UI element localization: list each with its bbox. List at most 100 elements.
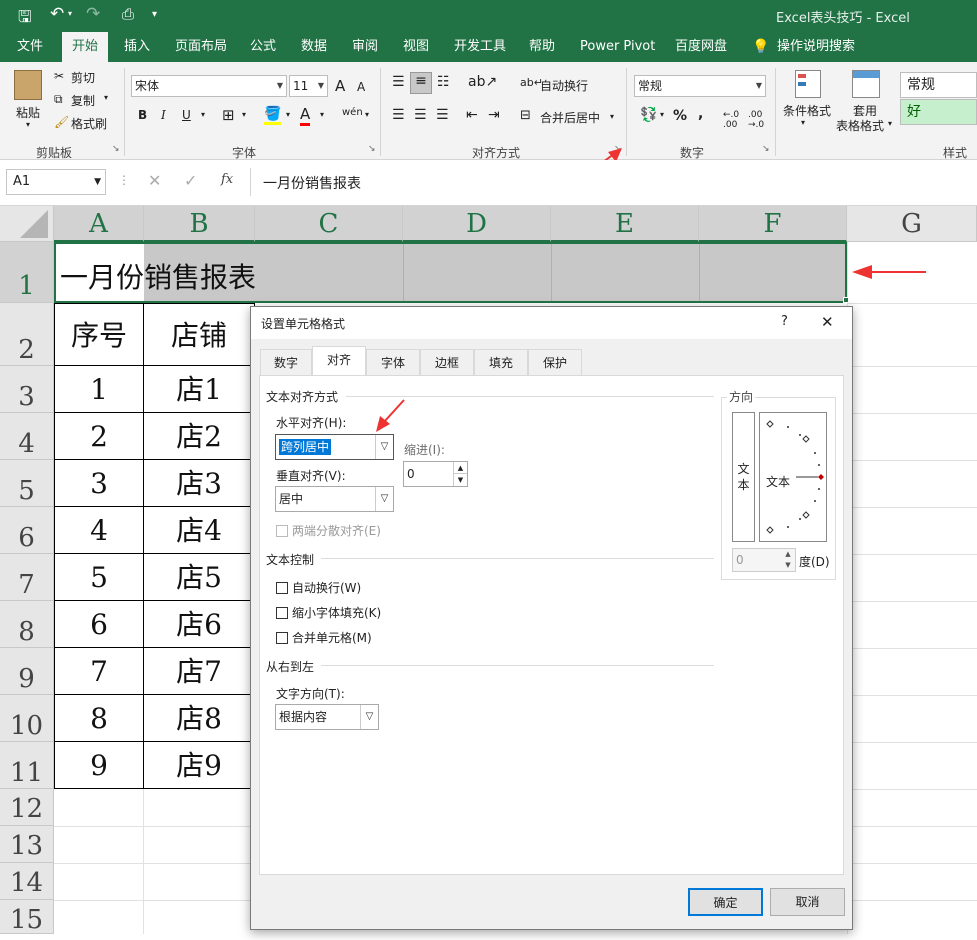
text-direction-select[interactable]: 根据内容 ▽ bbox=[275, 704, 379, 730]
tab-baidu[interactable]: 百度网盘 bbox=[675, 32, 727, 62]
tab-developer[interactable]: 开发工具 bbox=[454, 32, 506, 62]
table-cell[interactable]: 7 bbox=[54, 648, 144, 695]
clipboard-launcher-icon[interactable]: ↘ bbox=[112, 144, 120, 154]
table-cell[interactable]: 1 bbox=[54, 366, 144, 413]
fill-handle[interactable] bbox=[843, 297, 849, 303]
print-preview-icon[interactable]: ⎙ bbox=[122, 5, 134, 23]
close-button[interactable]: ✕ bbox=[821, 313, 834, 331]
tab-number[interactable]: 数字 bbox=[260, 349, 312, 375]
tab-home[interactable]: 开始 bbox=[62, 32, 109, 62]
selected-range[interactable]: 一月份销售报表 bbox=[54, 242, 849, 303]
format-as-table-icon[interactable] bbox=[852, 70, 880, 98]
tab-view[interactable]: 视图 bbox=[403, 32, 429, 62]
wrap-text-button[interactable]: 自动换行 bbox=[540, 77, 588, 94]
table-cell[interactable]: 店9 bbox=[144, 742, 255, 789]
degree-spinner[interactable]: 0 ▲ ▼ bbox=[732, 548, 796, 572]
italic-button[interactable]: I bbox=[161, 108, 166, 122]
row-header[interactable]: 7 bbox=[0, 554, 54, 601]
tab-power-pivot[interactable]: Power Pivot bbox=[580, 32, 655, 62]
tab-tell-me[interactable]: 操作说明搜索 bbox=[777, 32, 855, 62]
align-bottom-icon[interactable]: ☷ bbox=[437, 74, 450, 90]
style-normal[interactable]: 常规 bbox=[900, 72, 977, 98]
fill-color-icon[interactable]: 🪣 bbox=[264, 106, 282, 125]
row-header[interactable]: 3 bbox=[0, 366, 54, 413]
font-name-select[interactable]: 宋体 ▼ bbox=[131, 75, 287, 97]
increase-indent-icon[interactable]: ⇥ bbox=[488, 107, 500, 123]
phonetic-dropdown-icon[interactable]: ▾ bbox=[365, 110, 369, 119]
horizontal-select[interactable]: 跨列居中 ▽ bbox=[275, 434, 394, 460]
column-header-g[interactable]: G bbox=[847, 206, 977, 242]
font-size-select[interactable]: 11 ▼ bbox=[289, 75, 328, 97]
header-cell[interactable]: 序号 bbox=[54, 303, 144, 366]
number-format-select[interactable]: 常规 ▼ bbox=[634, 75, 766, 97]
font-color-button[interactable]: A bbox=[300, 105, 311, 126]
cond-dropdown-icon[interactable]: ▾ bbox=[801, 118, 805, 127]
phonetic-button[interactable]: wén bbox=[342, 107, 363, 118]
row-header[interactable]: 13 bbox=[0, 826, 54, 863]
spin-down-icon[interactable]: ▼ bbox=[781, 560, 795, 571]
row-header[interactable]: 10 bbox=[0, 695, 54, 742]
column-header-f[interactable]: F bbox=[699, 206, 847, 242]
table-cell[interactable]: 3 bbox=[54, 460, 144, 507]
tab-help[interactable]: 帮助 bbox=[529, 32, 555, 62]
tab-alignment[interactable]: 对齐 bbox=[312, 346, 366, 376]
customize-toolbar-icon[interactable]: ▾ bbox=[152, 9, 157, 20]
align-middle-icon[interactable]: ≡ bbox=[410, 72, 432, 94]
decrease-indent-icon[interactable]: ⇤ bbox=[466, 107, 478, 123]
help-button[interactable]: ? bbox=[781, 314, 788, 329]
merge-dropdown-icon[interactable]: ▾ bbox=[610, 112, 614, 121]
column-header-d[interactable]: D bbox=[403, 206, 551, 242]
row-header[interactable]: 5 bbox=[0, 460, 54, 507]
table-cell[interactable]: 店3 bbox=[144, 460, 255, 507]
format-table-dropdown-icon[interactable]: ▾ bbox=[888, 119, 892, 128]
table-cell[interactable]: 店4 bbox=[144, 507, 255, 554]
column-header-e[interactable]: E bbox=[551, 206, 699, 242]
tab-review[interactable]: 审阅 bbox=[352, 32, 378, 62]
table-cell[interactable]: 店2 bbox=[144, 413, 255, 460]
indent-spinner[interactable]: 0 ▲ ▼ bbox=[403, 461, 468, 487]
row-header[interactable]: 14 bbox=[0, 863, 54, 900]
paste-dropdown-icon[interactable]: ▾ bbox=[26, 120, 30, 129]
column-header-a[interactable]: A bbox=[54, 206, 144, 242]
row-header[interactable]: 11 bbox=[0, 742, 54, 789]
save-icon[interactable]: 🖫 bbox=[18, 6, 32, 33]
paste-button[interactable]: 粘贴 bbox=[16, 104, 40, 121]
name-box[interactable]: A1 ▼ bbox=[6, 169, 106, 195]
ok-button[interactable]: 确定 bbox=[688, 888, 763, 916]
copy-button[interactable]: 复制 bbox=[71, 92, 95, 109]
format-table-line2[interactable]: 表格格式 bbox=[836, 117, 884, 134]
column-header-c[interactable]: C bbox=[255, 206, 403, 242]
cut-button[interactable]: 剪切 bbox=[71, 69, 95, 86]
row-header[interactable]: 12 bbox=[0, 789, 54, 826]
fill-dropdown-icon[interactable]: ▾ bbox=[286, 110, 290, 119]
underline-dropdown-icon[interactable]: ▾ bbox=[201, 110, 205, 119]
tab-protection[interactable]: 保护 bbox=[528, 349, 582, 375]
tab-data[interactable]: 数据 bbox=[301, 32, 327, 62]
align-top-icon[interactable]: ☰ bbox=[392, 74, 405, 90]
borders-dropdown-icon[interactable]: ▾ bbox=[242, 110, 246, 119]
vertical-text-toggle[interactable]: 文 本 bbox=[732, 412, 755, 542]
table-cell[interactable]: 店1 bbox=[144, 366, 255, 413]
wrap-checkbox[interactable]: 自动换行(W) bbox=[276, 579, 361, 596]
align-left-icon[interactable]: ☰ bbox=[392, 107, 405, 123]
decrease-decimal-icon[interactable]: .00 →.0 bbox=[748, 110, 764, 130]
currency-dropdown-icon[interactable]: ▾ bbox=[660, 110, 664, 119]
spin-up-icon[interactable]: ▲ bbox=[453, 462, 467, 474]
tab-border[interactable]: 边框 bbox=[420, 349, 474, 375]
tab-page-layout[interactable]: 页面布局 bbox=[175, 32, 227, 62]
bold-button[interactable]: B bbox=[138, 108, 147, 122]
table-cell[interactable]: 4 bbox=[54, 507, 144, 554]
table-cell[interactable]: 2 bbox=[54, 413, 144, 460]
row-header[interactable]: 15 bbox=[0, 900, 54, 935]
increase-decimal-icon[interactable]: ←.0.00 bbox=[723, 110, 739, 130]
conditional-format-button[interactable]: 条件格式 bbox=[783, 102, 831, 119]
table-cell[interactable]: 8 bbox=[54, 695, 144, 742]
sheet-title-cell[interactable]: 一月份销售报表 bbox=[60, 256, 256, 296]
table-cell[interactable]: 店5 bbox=[144, 554, 255, 601]
formula-input[interactable]: 一月份销售报表 bbox=[250, 168, 977, 196]
align-center-icon[interactable]: ☰ bbox=[414, 107, 427, 123]
number-launcher-icon[interactable]: ↘ bbox=[762, 144, 770, 154]
undo-icon[interactable]: ↶ bbox=[50, 4, 64, 24]
tab-insert[interactable]: 插入 bbox=[124, 32, 150, 62]
select-all-corner[interactable] bbox=[0, 206, 54, 242]
